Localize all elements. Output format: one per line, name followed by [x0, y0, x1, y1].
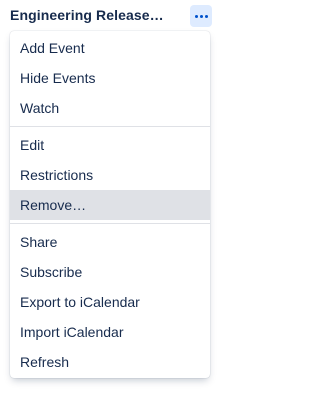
menu-divider: [10, 126, 210, 127]
menu-item-remove[interactable]: Remove…: [10, 190, 210, 220]
menu-item-hide-events[interactable]: Hide Events: [10, 63, 210, 93]
menu-item-add-event[interactable]: Add Event: [10, 33, 210, 63]
more-actions-button[interactable]: [190, 5, 212, 27]
ellipsis-icon: [204, 14, 208, 18]
menu-item-share[interactable]: Share: [10, 227, 210, 257]
menu-item-subscribe[interactable]: Subscribe: [10, 257, 210, 287]
calendar-title[interactable]: Engineering Release…: [10, 7, 170, 23]
menu-item-refresh[interactable]: Refresh: [10, 347, 210, 377]
menu-item-export-icalendar[interactable]: Export to iCalendar: [10, 287, 210, 317]
calendar-header: Engineering Release…: [0, 0, 224, 32]
menu-item-import-icalendar[interactable]: Import iCalendar: [10, 317, 210, 347]
menu-divider: [10, 223, 210, 224]
ellipsis-icon: [194, 14, 198, 18]
menu-item-restrictions[interactable]: Restrictions: [10, 160, 210, 190]
ellipsis-icon: [199, 14, 203, 18]
calendar-actions-menu: Add Event Hide Events Watch Edit Restric…: [10, 31, 210, 378]
menu-item-edit[interactable]: Edit: [10, 130, 210, 160]
menu-item-watch[interactable]: Watch: [10, 93, 210, 123]
